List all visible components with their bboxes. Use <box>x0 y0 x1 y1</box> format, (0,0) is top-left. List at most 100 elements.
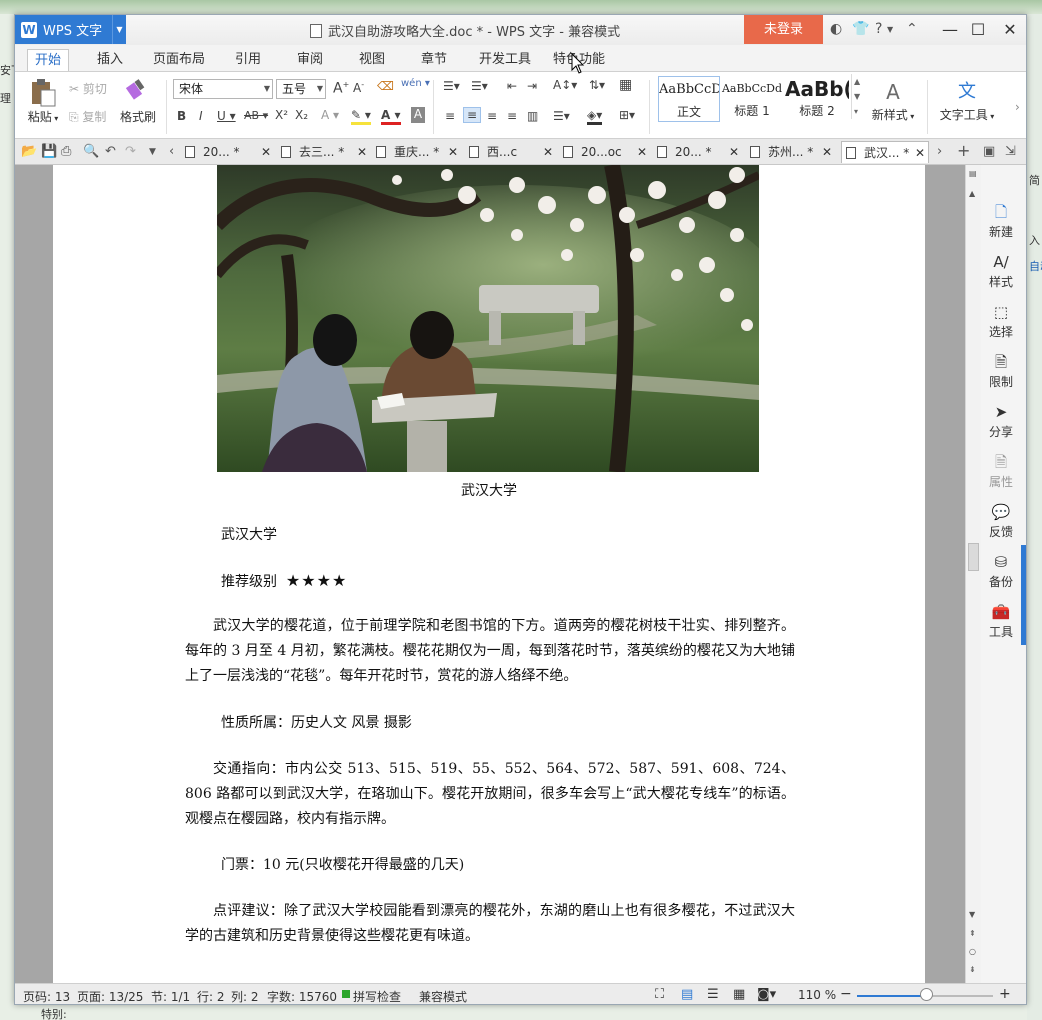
clear-format-icon[interactable]: ⌫ <box>377 79 394 93</box>
new-style-button[interactable]: A 新样式 ▾ <box>865 78 921 123</box>
tab-chapter[interactable]: 章节 <box>413 49 455 71</box>
close-icon[interactable]: ✕ <box>448 141 458 163</box>
distribute-icon[interactable]: ▥ <box>527 109 538 123</box>
redo-icon[interactable]: ↷ <box>125 144 136 159</box>
zoom-value[interactable]: 110 % <box>798 988 836 1002</box>
numbered-list-icon[interactable]: ☰▾ <box>471 79 488 93</box>
side-restrict-button[interactable]: 🗎 限制 <box>981 353 1021 390</box>
chevron-right-icon[interactable]: › <box>1015 100 1020 114</box>
pin-icon[interactable]: ⇲ <box>1005 144 1016 159</box>
style-heading-1[interactable]: AaBbCcDd 标题 1 <box>721 76 783 122</box>
tab-start[interactable]: 开始 <box>27 49 69 71</box>
borders-icon[interactable]: ⊞▾ <box>619 108 635 122</box>
side-properties-button[interactable]: 🗎 属性 <box>981 453 1021 490</box>
close-icon[interactable]: ✕ <box>822 141 832 163</box>
doc-tab[interactable]: 去三... * ✕ <box>281 141 367 163</box>
next-page-icon[interactable]: ⇟ <box>969 965 976 974</box>
undo-icon[interactable]: ↶ <box>105 144 116 159</box>
increase-indent-icon[interactable]: ⇥ <box>527 79 537 93</box>
web-view-icon[interactable]: ▦ <box>733 987 745 1002</box>
app-menu-button[interactable]: W WPS 文字 ▼ <box>15 15 126 44</box>
styles-scroll-icon[interactable]: ▲ ▼ ▾ <box>851 74 860 119</box>
page-view-icon[interactable]: ▤ <box>681 987 693 1002</box>
format-painter-button[interactable]: 格式刷 <box>117 78 159 125</box>
status-word-count[interactable]: 字数: 15760 <box>267 988 337 1004</box>
tab-insert[interactable]: 插入 <box>89 49 131 71</box>
bullet-list-icon[interactable]: ☰▾ <box>443 79 460 93</box>
print-icon[interactable]: ⎙ <box>61 144 71 159</box>
maximize-button[interactable]: ☐ <box>965 18 991 42</box>
font-color-icon[interactable]: A ▾ <box>381 108 401 125</box>
font-size-select[interactable]: 五号 ▼ <box>276 79 326 99</box>
close-icon[interactable]: ✕ <box>261 141 271 163</box>
cut-button[interactable]: ✂ 剪切 <box>69 80 107 97</box>
zoom-slider-knob[interactable] <box>920 988 933 1001</box>
tab-references[interactable]: 引用 <box>227 49 269 71</box>
justify-icon[interactable]: ≡ <box>507 109 517 123</box>
collapse-ribbon-icon[interactable]: ⌃ <box>906 21 918 37</box>
doc-tab[interactable]: 重庆... * ✕ <box>376 141 458 163</box>
chevron-right-icon[interactable]: › <box>937 144 942 159</box>
side-feedback-button[interactable]: 💬 反馈 <box>981 503 1021 540</box>
align-right-icon[interactable]: ≡ <box>487 109 497 123</box>
doc-tab[interactable]: 西...c ✕ <box>469 141 553 163</box>
tab-developer[interactable]: 开发工具 <box>473 49 537 71</box>
scrollbar-thumb[interactable] <box>968 543 979 571</box>
chevron-down-icon[interactable]: ▼ <box>149 147 156 157</box>
zoom-in-icon[interactable]: + <box>999 986 1011 1002</box>
side-tools-button[interactable]: 🧰 工具 <box>981 603 1021 640</box>
chevron-down-icon[interactable]: ▼ <box>887 25 893 34</box>
browse-object-icon[interactable]: ○ <box>969 947 976 956</box>
doc-tab[interactable]: 20...oc ✕ <box>563 141 647 163</box>
save-icon[interactable]: 💾 <box>41 144 57 159</box>
side-style-button[interactable]: A/样式 <box>981 253 1021 290</box>
style-normal[interactable]: AaBbCcD 正文 <box>658 76 720 122</box>
paste-button[interactable]: 粘贴 ▾ <box>21 78 65 125</box>
outline-view-icon[interactable]: ☰ <box>707 987 719 1002</box>
tab-page-layout[interactable]: 页面布局 <box>147 49 211 71</box>
scroll-down-icon[interactable]: ▼ <box>969 910 975 919</box>
chevron-left-icon[interactable]: ‹ <box>169 144 174 159</box>
style-heading-2[interactable]: AaBb(标题 2 <box>785 76 849 122</box>
help-icon[interactable]: ? <box>875 21 882 37</box>
side-share-button[interactable]: ➤ 分享 <box>981 403 1021 440</box>
line-spacing-icon[interactable]: ☰▾ <box>553 109 570 123</box>
paragraph-shading-icon[interactable]: ◈▾ <box>587 108 603 125</box>
text-tools-button[interactable]: 文文字工具 ▾ <box>933 78 1001 123</box>
bold-icon[interactable]: B <box>177 109 186 123</box>
print-preview-icon[interactable]: 🔍 <box>83 144 99 159</box>
close-button[interactable]: ✕ <box>997 18 1023 42</box>
minimize-button[interactable]: — <box>937 18 963 42</box>
tab-view[interactable]: 视图 <box>351 49 393 71</box>
pinyin-icon[interactable]: wén ▾ <box>401 78 430 89</box>
highlight-icon[interactable]: ✎ ▾ <box>351 108 371 125</box>
underline-icon[interactable]: U ▾ <box>217 109 236 123</box>
vertical-scrollbar[interactable]: ▤ ▲ ▼ ⇞ ○ ⇟ <box>965 165 981 983</box>
close-icon[interactable]: ✕ <box>357 141 367 163</box>
copy-button[interactable]: ⎘ 复制 <box>69 108 106 125</box>
subscript-icon[interactable]: X₂ <box>295 108 308 122</box>
text-effect-icon[interactable]: A ▾ <box>321 108 339 122</box>
char-shading-icon[interactable]: A <box>411 107 425 123</box>
close-icon[interactable]: ✕ <box>915 142 925 164</box>
table-icon[interactable]: ▦ <box>619 77 632 93</box>
login-button[interactable]: 未登录 <box>744 15 823 44</box>
italic-icon[interactable]: I <box>199 109 203 123</box>
text-direction-icon[interactable]: A↕▾ <box>553 78 577 92</box>
ruler-toggle-icon[interactable]: ▤ <box>969 169 977 178</box>
tab-review[interactable]: 审阅 <box>289 49 331 71</box>
decrease-indent-icon[interactable]: ⇤ <box>507 79 517 93</box>
doc-tab[interactable]: 20... * ✕ <box>657 141 739 163</box>
side-select-button[interactable]: ⬚ 选择 <box>981 303 1021 340</box>
shirt-icon[interactable]: 👕 <box>852 21 869 37</box>
new-tab-icon[interactable]: + <box>957 141 970 160</box>
scroll-up-icon[interactable]: ▲ <box>969 189 975 198</box>
doc-tab[interactable]: 20... * ✕ <box>185 141 271 163</box>
side-new-button[interactable]: 🗋 新建 <box>981 203 1021 240</box>
open-folder-icon[interactable]: 📂 <box>21 144 37 159</box>
doc-tab[interactable]: 苏州... * ✕ <box>750 141 832 163</box>
fullscreen-icon[interactable]: ⛶ <box>655 987 664 1002</box>
close-icon[interactable]: ✕ <box>543 141 553 163</box>
strikethrough-icon[interactable]: AB ▾ <box>244 109 268 122</box>
spell-check-button[interactable]: 拼写检查 <box>353 988 401 1004</box>
